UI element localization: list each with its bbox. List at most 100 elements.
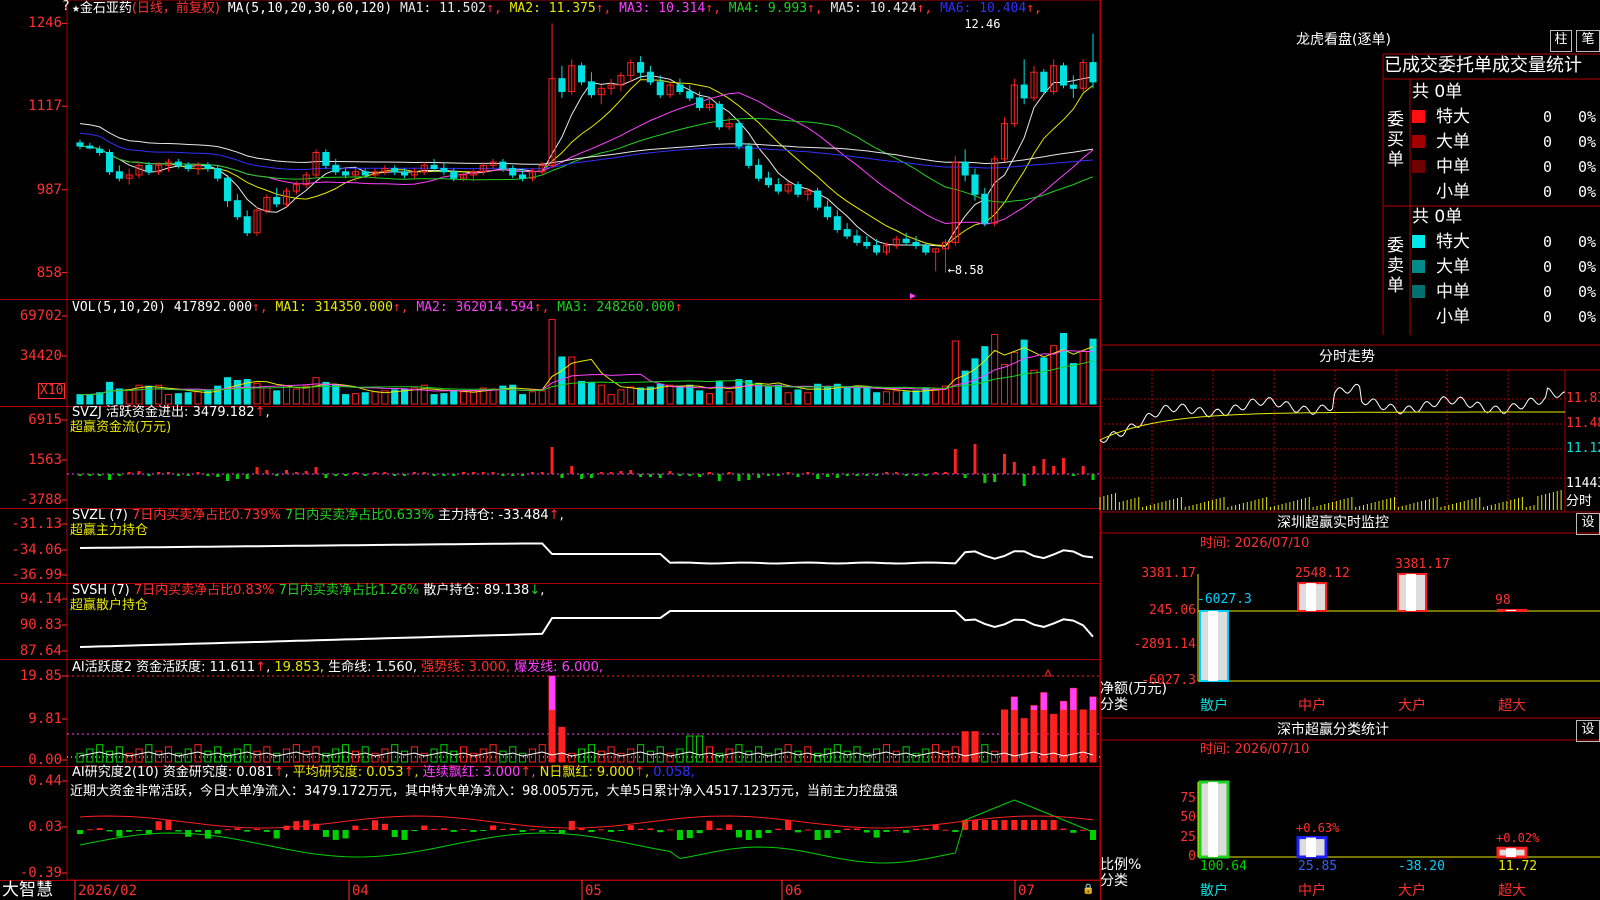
ai1-bar <box>814 752 822 763</box>
candle-body <box>1089 62 1097 83</box>
candle-body <box>735 123 743 147</box>
ai2-bar <box>568 820 575 830</box>
price-axis-label-2: 987 <box>36 181 62 198</box>
star-icon[interactable]: ★ <box>72 1 80 16</box>
tick-mode-button[interactable]: 笔 <box>1576 30 1600 52</box>
ma-arrow-1: ↑, <box>486 1 502 16</box>
candle-body <box>233 200 241 218</box>
svzj-bar <box>1042 459 1046 474</box>
ai2-cont-arrow: ↑ <box>520 765 532 780</box>
volume-bar <box>450 390 458 405</box>
price-axis-label-0: 1246 <box>28 15 62 32</box>
ai2-bar <box>224 829 231 831</box>
xaxis-label-2: 05 <box>585 883 602 899</box>
stats-ylabel: 比例% <box>1100 857 1142 873</box>
candle-body <box>961 161 969 176</box>
volume-bar <box>263 387 271 405</box>
svzj-bar <box>471 472 475 474</box>
volume-bar <box>548 318 556 405</box>
monitor-axis-label-1: 245.06 <box>1149 603 1196 618</box>
monitor-cat-label-3: 超大 <box>1498 698 1526 714</box>
ai2-nday-comma: , <box>644 765 650 780</box>
price-axis-label-1: 1117 <box>28 98 62 115</box>
monitor-value-label-2: 3381.17 <box>1395 557 1450 572</box>
lock-icon[interactable]: 🔒 <box>1082 883 1094 897</box>
sell-swatch-1 <box>1412 260 1425 273</box>
svzl-line <box>79 542 1094 565</box>
svzl-comma: , <box>559 508 564 523</box>
ai2-bar <box>499 828 506 830</box>
ai1-bar <box>833 744 841 763</box>
monitor-settings-button[interactable]: 设 <box>1576 513 1600 535</box>
volume-bar <box>469 390 477 405</box>
svzj-arrow: ↑ <box>254 405 266 420</box>
stats-axis-label-2: 25 <box>1180 830 1196 845</box>
ma-value-1: MA1: 11.502 <box>400 1 487 16</box>
volume-bar <box>76 394 84 405</box>
sell-row-pct-3: 0% <box>1578 308 1597 326</box>
volume-bar <box>361 392 369 405</box>
help-button[interactable]: ? <box>62 0 70 14</box>
bar-mode-button[interactable]: 柱 <box>1550 30 1572 52</box>
volume-bar <box>214 385 222 405</box>
ai2-bar <box>588 830 595 833</box>
candle-body <box>863 241 871 247</box>
ai2-bar <box>371 820 379 830</box>
ma-line-2 <box>79 79 1094 247</box>
svzj-bar <box>540 472 544 474</box>
app-logo[interactable]: 大智慧 <box>2 881 53 899</box>
candle-body <box>401 171 409 176</box>
buy-row-pct-3: 0% <box>1578 183 1597 201</box>
candle-body <box>912 241 920 247</box>
sell-swatch-2 <box>1412 285 1425 298</box>
svzj-bar <box>786 472 790 474</box>
volume-bar <box>794 389 802 405</box>
candle-body <box>86 145 94 149</box>
volume-bar <box>607 394 615 405</box>
svzj-bar <box>717 474 721 481</box>
svzj-bar <box>993 474 997 482</box>
ai2-bar <box>96 828 103 830</box>
svzj-bar <box>747 474 751 480</box>
volume-bar <box>627 386 635 405</box>
svzj-bar <box>285 470 289 474</box>
volume-bar <box>1059 333 1068 405</box>
ai2-bar <box>735 830 742 838</box>
xaxis-label-1: 04 <box>352 883 369 899</box>
volume-bar <box>686 384 694 405</box>
svsh-title: SVSH (7) <box>72 583 130 598</box>
svzj-bar <box>334 474 338 476</box>
ai2-bar <box>765 830 772 833</box>
ai2-bar <box>903 830 910 833</box>
svzj-bar <box>707 472 711 474</box>
ai1-bar <box>755 746 763 763</box>
svsh-header: SVSH (7) 7日内买卖净占比0.83% 7日内买卖净占比1.26% 散户持… <box>72 584 544 598</box>
candle-body <box>145 164 153 173</box>
ai2-bar <box>853 828 861 830</box>
intraday-axis-label-3: 11443 <box>1566 476 1600 491</box>
ai1-bar <box>1079 709 1087 763</box>
ai2-bar <box>116 830 123 837</box>
candle-body <box>558 78 566 92</box>
stats-cat-label-3: 超大 <box>1498 883 1526 899</box>
volume-bar <box>1089 338 1097 405</box>
svsh-comma: , <box>540 583 545 598</box>
candle-body <box>1069 84 1077 89</box>
svzj-bar <box>294 472 298 474</box>
intraday-price-line <box>1099 383 1566 444</box>
svzj-bar <box>678 474 682 476</box>
ai1-bar <box>440 744 448 763</box>
period-label[interactable]: (日线，前复权) <box>132 1 220 16</box>
ai1-burstline: 爆发线: 6.000, <box>514 660 604 675</box>
ai2-bar <box>942 829 949 831</box>
stats-settings-button[interactable]: 设 <box>1576 720 1600 742</box>
candle-body <box>322 152 330 166</box>
ai2-bar <box>234 828 241 830</box>
vol-ma1: MA1: 314350.000 <box>275 300 393 315</box>
ai1-bar-top <box>1030 705 1038 711</box>
ai1-bar <box>863 752 871 763</box>
ai2-summary-text: 近期大资金非常活跃，今日大单净流入：3479.172万元，其中特大单净流入：98… <box>70 784 898 799</box>
ai2-bar <box>932 824 939 830</box>
svzj-bar <box>206 474 210 476</box>
ai2-bar <box>1030 820 1038 830</box>
